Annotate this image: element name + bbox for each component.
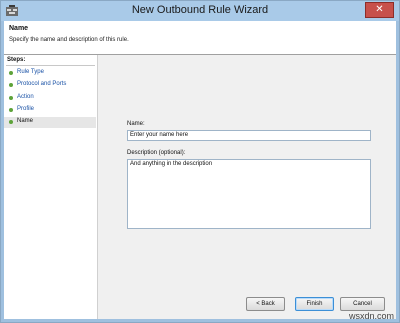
title-bar[interactable]: New Outbound Rule Wizard ✕ [1,1,399,21]
steps-panel: Steps: Rule Type Protocol and Ports Acti… [4,55,98,319]
step-label: Protocol and Ports [17,81,67,87]
close-button[interactable]: ✕ [365,2,394,18]
step-complete-icon [9,96,13,100]
cancel-button[interactable]: Cancel [340,297,385,311]
page-description: Specify the name and description of this… [9,37,129,43]
content-panel: Name: Enter your name here Description (… [98,55,396,319]
back-button[interactable]: < Back [246,297,285,311]
step-complete-icon [9,108,13,112]
wizard-client: Name Specify the name and description of… [4,21,396,319]
step-complete-icon [9,83,13,87]
step-label: Name [17,118,34,124]
name-input[interactable]: Enter your name here [127,130,371,141]
step-name[interactable]: Name [4,117,96,128]
step-complete-icon [9,71,13,75]
step-action[interactable]: Action [4,93,96,104]
watermark: wsxdn.com [348,311,394,321]
description-label: Description (optional): [127,150,186,156]
step-complete-icon [9,120,13,124]
finish-button[interactable]: Finish [295,297,334,311]
step-label: Action [17,94,34,100]
page-header: Name Specify the name and description of… [4,21,396,55]
step-profile[interactable]: Profile [4,105,96,116]
description-textarea[interactable]: And anything in the description [127,159,371,229]
steps-title: Steps: [7,57,26,63]
name-label: Name: [127,121,145,127]
step-label: Profile [17,106,35,112]
page-title: Name [9,25,29,32]
divider [6,65,95,66]
wizard-window: New Outbound Rule Wizard ✕ Name Specify … [0,0,400,323]
step-protocol-and-ports[interactable]: Protocol and Ports [4,80,96,91]
step-rule-type[interactable]: Rule Type [4,68,96,79]
step-label: Rule Type [17,69,44,75]
window-title: New Outbound Rule Wizard [131,4,269,16]
